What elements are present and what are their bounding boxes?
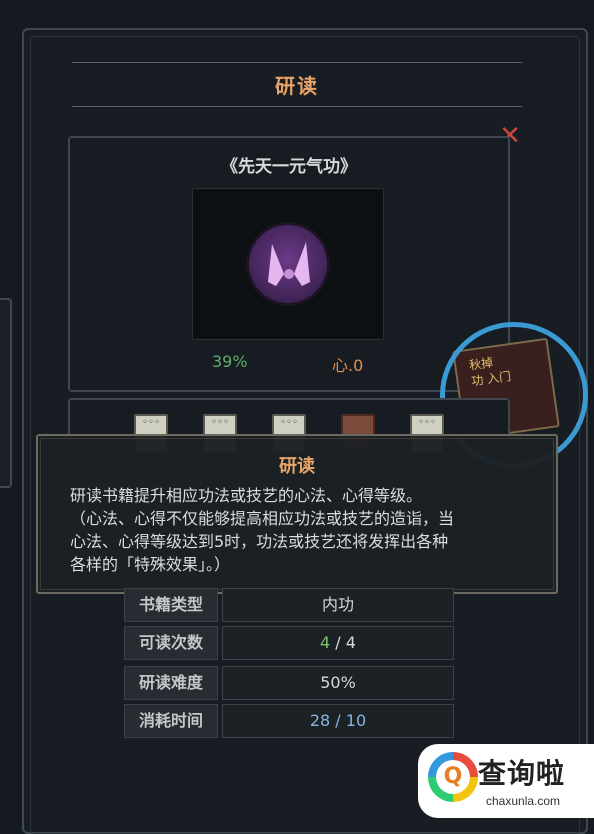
read-count-current: 4	[320, 633, 331, 652]
read-count-separator: /	[330, 633, 346, 652]
watermark-logo-glyph: Q	[436, 760, 470, 794]
book-title: 《先天一元气功》	[221, 157, 357, 177]
stat-label-difficulty: 研读难度	[124, 666, 218, 700]
heart-method-level: 心.0	[332, 356, 364, 375]
stat-label-book-type: 书籍类型	[124, 588, 218, 622]
tooltip-line: （心法、心得不仅能够提高相应功法或技艺的造诣，当	[70, 509, 455, 528]
page-title: 研读	[275, 74, 319, 98]
praying-hands-icon	[268, 242, 310, 286]
stat-label-time-cost: 消耗时间	[124, 704, 218, 738]
read-count-total: 4	[345, 633, 356, 652]
study-progress: 39%	[212, 352, 248, 371]
tooltip-line: 心法、心得等级达到5时，功法或技艺还将发挥出各种	[70, 532, 449, 551]
tooltip-body: 研读书籍提升相应功法或技艺的心法、心得等级。 （心法、心得不仅能够提高相应功法或…	[70, 484, 520, 576]
watermark-url: chaxunla.com	[486, 794, 561, 808]
stat-value-difficulty: 50%	[222, 666, 454, 700]
tooltip-line: 各样的「特殊效果」。）	[70, 555, 231, 574]
tooltip-line: 研读书籍提升相应功法或技艺的心法、心得等级。	[70, 486, 423, 505]
stat-value-book-type: 内功	[222, 588, 454, 622]
side-panel-edge	[0, 298, 12, 488]
watermark-name: 查询啦	[478, 757, 566, 790]
stat-value-time-cost: 28 / 10	[222, 704, 454, 738]
stat-label-read-count: 可读次数	[124, 626, 218, 660]
tooltip-title: 研读	[279, 456, 315, 477]
stat-value-read-count: 4 / 4	[222, 626, 454, 660]
title-divider-top	[72, 62, 522, 63]
title-divider-bottom	[72, 106, 522, 107]
